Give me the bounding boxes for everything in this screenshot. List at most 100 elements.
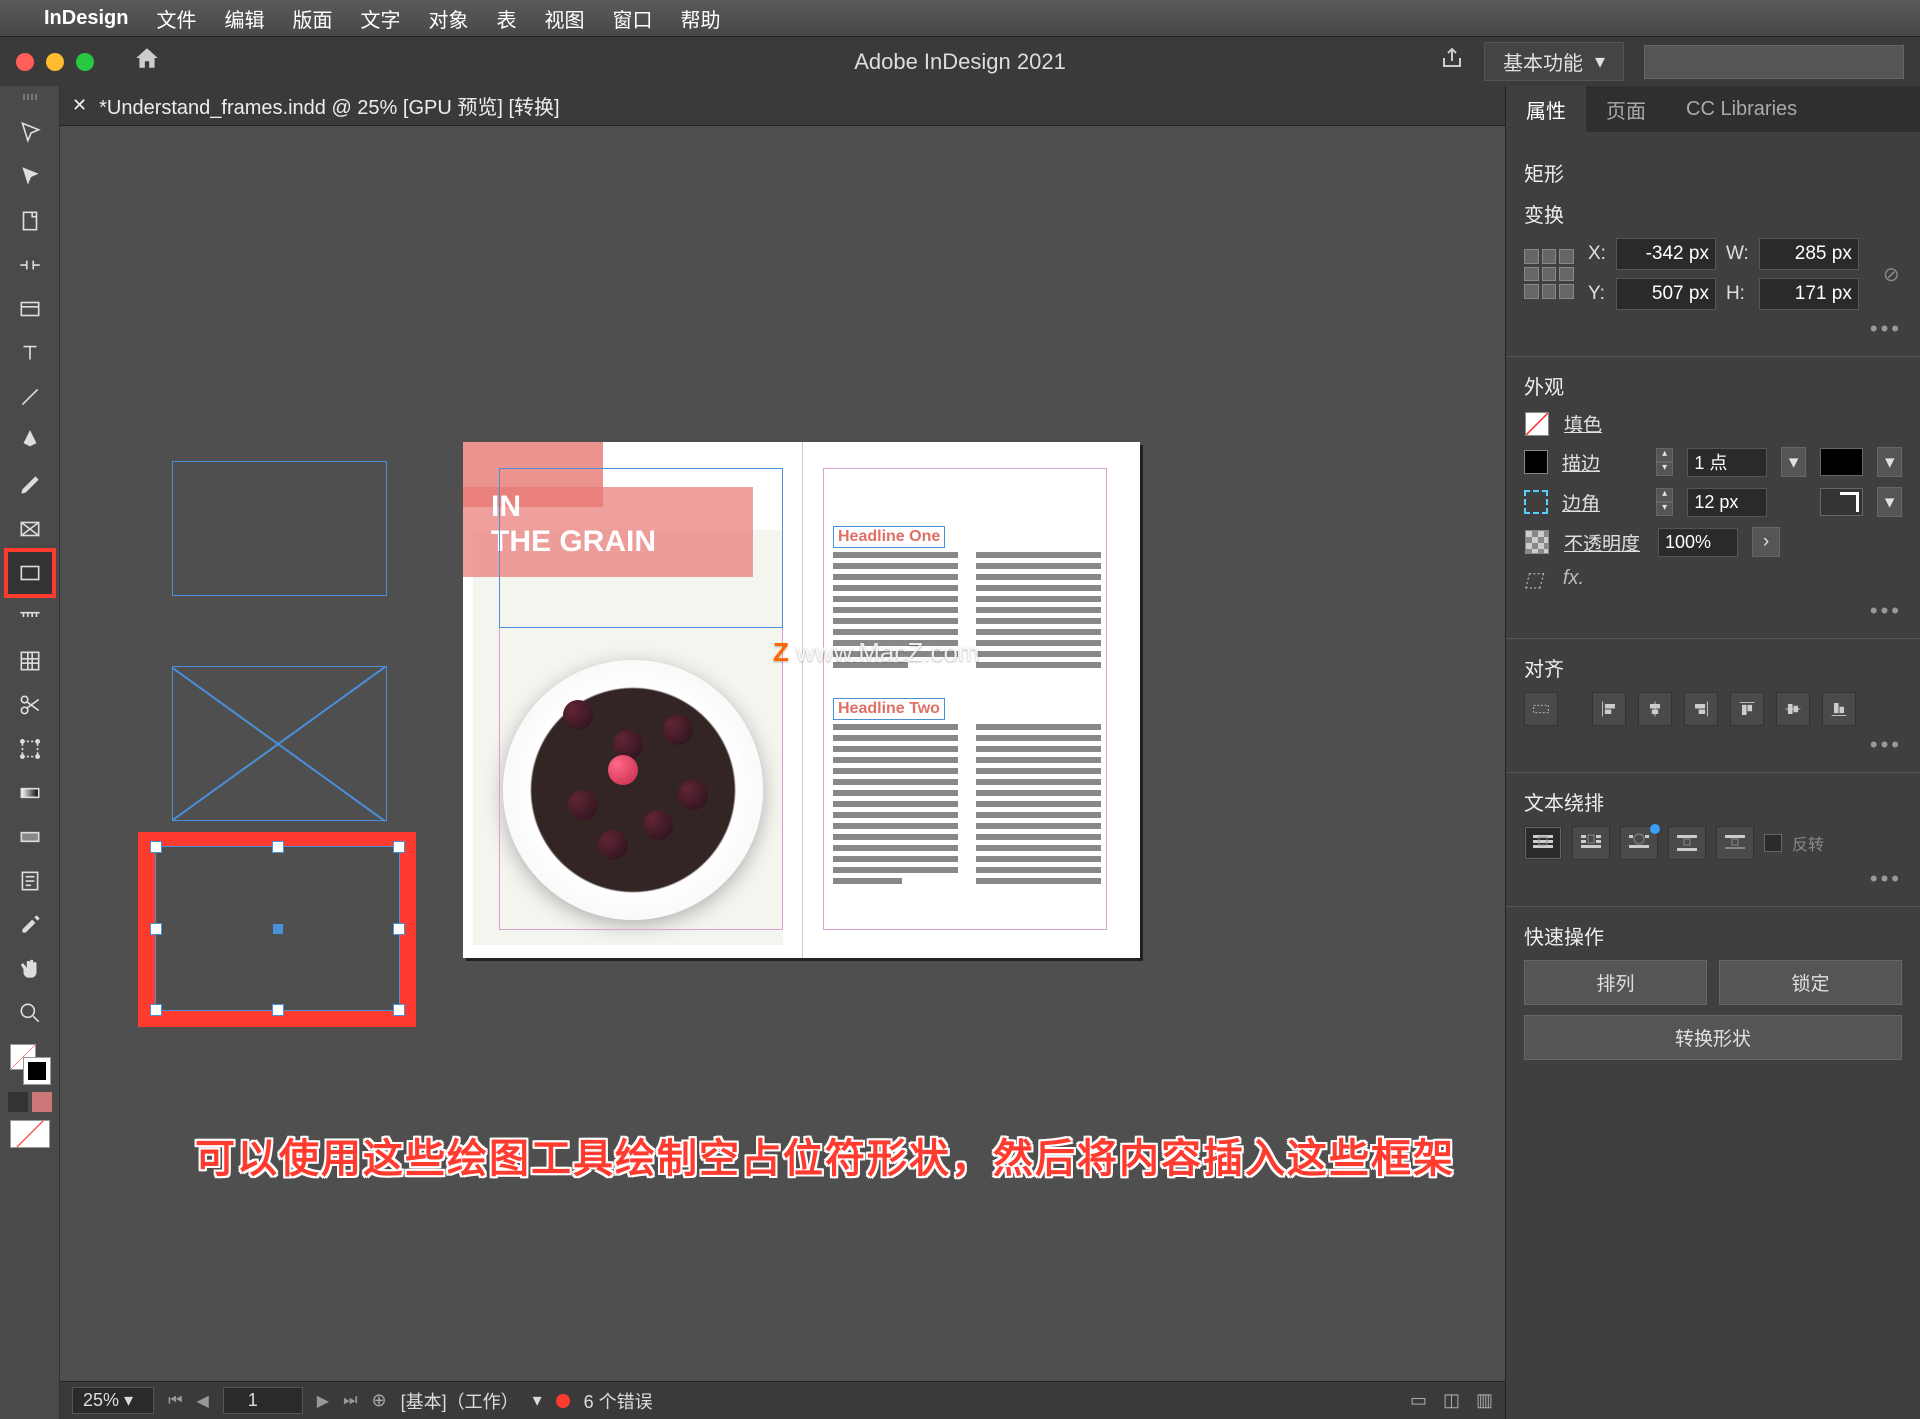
view-mode-icon[interactable]: ▥ bbox=[1476, 1390, 1493, 1411]
zoom-selector[interactable]: 25% ▾ bbox=[72, 1387, 154, 1414]
tab-pages[interactable]: 页面 bbox=[1586, 86, 1666, 132]
stroke-weight-input[interactable] bbox=[1687, 448, 1767, 477]
resize-handle[interactable] bbox=[150, 923, 162, 935]
line-tool[interactable] bbox=[8, 376, 52, 418]
clip-icon[interactable]: ⬚ bbox=[1524, 567, 1543, 592]
error-indicator-icon[interactable] bbox=[556, 1394, 570, 1408]
menu-edit[interactable]: 编辑 bbox=[224, 4, 264, 33]
stroke-color-well[interactable] bbox=[1820, 448, 1864, 476]
center-handle[interactable] bbox=[273, 924, 283, 934]
page-tool[interactable] bbox=[8, 200, 52, 242]
fx-label[interactable]: fx. bbox=[1563, 567, 1584, 592]
resize-handle[interactable] bbox=[150, 841, 162, 853]
corner-stepper[interactable]: ▴▾ bbox=[1656, 488, 1673, 516]
menu-view[interactable]: 视图 bbox=[544, 4, 584, 33]
gap-tool[interactable] bbox=[8, 244, 52, 286]
tab-cc-libraries[interactable]: CC Libraries bbox=[1666, 86, 1817, 132]
free-transform-tool[interactable] bbox=[8, 728, 52, 770]
arrange-button[interactable]: 排列 bbox=[1524, 960, 1707, 1005]
stroke-swatch[interactable] bbox=[24, 1058, 50, 1084]
zoom-tool[interactable] bbox=[8, 992, 52, 1034]
home-icon[interactable] bbox=[134, 45, 160, 78]
grid-tool[interactable] bbox=[8, 640, 52, 682]
gradient-feather-tool[interactable] bbox=[8, 816, 52, 858]
headline-one[interactable]: Headline One bbox=[833, 526, 945, 548]
dropdown-icon[interactable]: ▾ bbox=[533, 1390, 542, 1411]
layer-label[interactable]: [基本]（工作） bbox=[401, 1388, 519, 1414]
content-collector-tool[interactable] bbox=[8, 288, 52, 330]
wrap-none-button[interactable] bbox=[1524, 826, 1562, 860]
menu-type[interactable]: 文字 bbox=[360, 4, 400, 33]
resize-handle[interactable] bbox=[393, 923, 405, 935]
menu-window[interactable]: 窗口 bbox=[612, 4, 652, 33]
hand-tool[interactable] bbox=[8, 948, 52, 990]
pen-tool[interactable] bbox=[8, 420, 52, 462]
align-bottom-button[interactable] bbox=[1822, 692, 1856, 726]
menu-help[interactable]: 帮助 bbox=[680, 4, 720, 33]
align-vcenter-button[interactable] bbox=[1776, 692, 1810, 726]
more-options-icon[interactable]: ••• bbox=[1524, 316, 1902, 342]
fill-stroke-swatches[interactable] bbox=[10, 1044, 50, 1084]
format-affects[interactable] bbox=[8, 1092, 52, 1112]
reference-point-grid[interactable] bbox=[1524, 249, 1574, 299]
canvas[interactable]: IN THE GRAIN Headline One Headline Two Z bbox=[60, 126, 1505, 1381]
apply-none-icon[interactable] bbox=[10, 1120, 50, 1148]
tab-properties[interactable]: 属性 bbox=[1506, 86, 1586, 132]
resize-handle[interactable] bbox=[393, 1004, 405, 1016]
first-page-button[interactable]: ⏮ bbox=[168, 1392, 182, 1410]
stroke-weight-dropdown[interactable]: ▾ bbox=[1781, 447, 1806, 477]
wrap-column-button[interactable] bbox=[1716, 826, 1754, 860]
stroke-label[interactable]: 描边 bbox=[1562, 449, 1642, 476]
placeholder-frame[interactable] bbox=[172, 666, 387, 821]
error-count[interactable]: 6 个错误 bbox=[584, 1388, 653, 1414]
corner-radius-input[interactable] bbox=[1687, 488, 1767, 517]
opacity-input[interactable] bbox=[1658, 528, 1738, 557]
share-icon[interactable] bbox=[1440, 46, 1464, 77]
note-tool[interactable] bbox=[8, 860, 52, 902]
close-tab-icon[interactable]: ✕ bbox=[72, 95, 87, 116]
y-input[interactable] bbox=[1616, 278, 1716, 310]
resize-handle[interactable] bbox=[272, 841, 284, 853]
document-tab-label[interactable]: *Understand_frames.indd @ 25% [GPU 预览] [… bbox=[99, 91, 559, 120]
menu-object[interactable]: 对象 bbox=[428, 4, 468, 33]
type-tool[interactable] bbox=[8, 332, 52, 374]
more-options-icon[interactable]: ••• bbox=[1524, 866, 1902, 892]
last-page-button[interactable]: ⏭ bbox=[343, 1392, 357, 1410]
menu-table[interactable]: 表 bbox=[496, 4, 516, 33]
rectangle-tool[interactable] bbox=[8, 552, 52, 594]
view-mode-icon[interactable]: ◫ bbox=[1443, 1390, 1460, 1411]
page-spread[interactable]: IN THE GRAIN Headline One Headline Two Z bbox=[463, 442, 1140, 958]
invert-checkbox[interactable] bbox=[1764, 834, 1782, 852]
view-mode-icon[interactable]: ▭ bbox=[1410, 1390, 1427, 1411]
gradient-swatch-tool[interactable] bbox=[8, 772, 52, 814]
more-options-icon[interactable]: ••• bbox=[1524, 598, 1902, 624]
x-input[interactable] bbox=[1616, 238, 1716, 270]
align-right-button[interactable] bbox=[1684, 692, 1718, 726]
text-frame-guide[interactable] bbox=[499, 468, 783, 628]
align-hcenter-button[interactable] bbox=[1638, 692, 1672, 726]
fill-label[interactable]: 填色 bbox=[1564, 410, 1644, 437]
align-left-button[interactable] bbox=[1592, 692, 1626, 726]
headline-two[interactable]: Headline Two bbox=[833, 698, 945, 720]
dock-handle[interactable] bbox=[10, 94, 50, 104]
fill-none-icon[interactable] bbox=[1525, 412, 1549, 436]
menu-file[interactable]: 文件 bbox=[156, 4, 196, 33]
eyedropper-tool[interactable] bbox=[8, 904, 52, 946]
selected-rectangle-frame[interactable] bbox=[155, 846, 400, 1011]
next-page-button[interactable]: ▶ bbox=[317, 1391, 329, 1411]
page-input[interactable]: 1 bbox=[223, 1387, 303, 1414]
stroke-color-dropdown[interactable]: ▾ bbox=[1877, 447, 1902, 477]
wrap-jump-button[interactable] bbox=[1668, 826, 1706, 860]
constrain-proportions-icon[interactable]: ⊘ bbox=[1883, 262, 1900, 287]
close-window-button[interactable] bbox=[16, 53, 34, 71]
open-icon[interactable]: ⊕ bbox=[372, 1390, 387, 1411]
direct-selection-tool[interactable] bbox=[8, 156, 52, 198]
more-options-icon[interactable]: ••• bbox=[1524, 732, 1902, 758]
align-to-selector[interactable] bbox=[1524, 692, 1558, 726]
zoom-window-button[interactable] bbox=[76, 53, 94, 71]
empty-frame-top[interactable] bbox=[172, 461, 387, 596]
body-text-2[interactable] bbox=[833, 724, 1101, 889]
selection-tool[interactable] bbox=[8, 112, 52, 154]
resize-handle[interactable] bbox=[150, 1004, 162, 1016]
corner-label[interactable]: 边角 bbox=[1562, 489, 1642, 516]
